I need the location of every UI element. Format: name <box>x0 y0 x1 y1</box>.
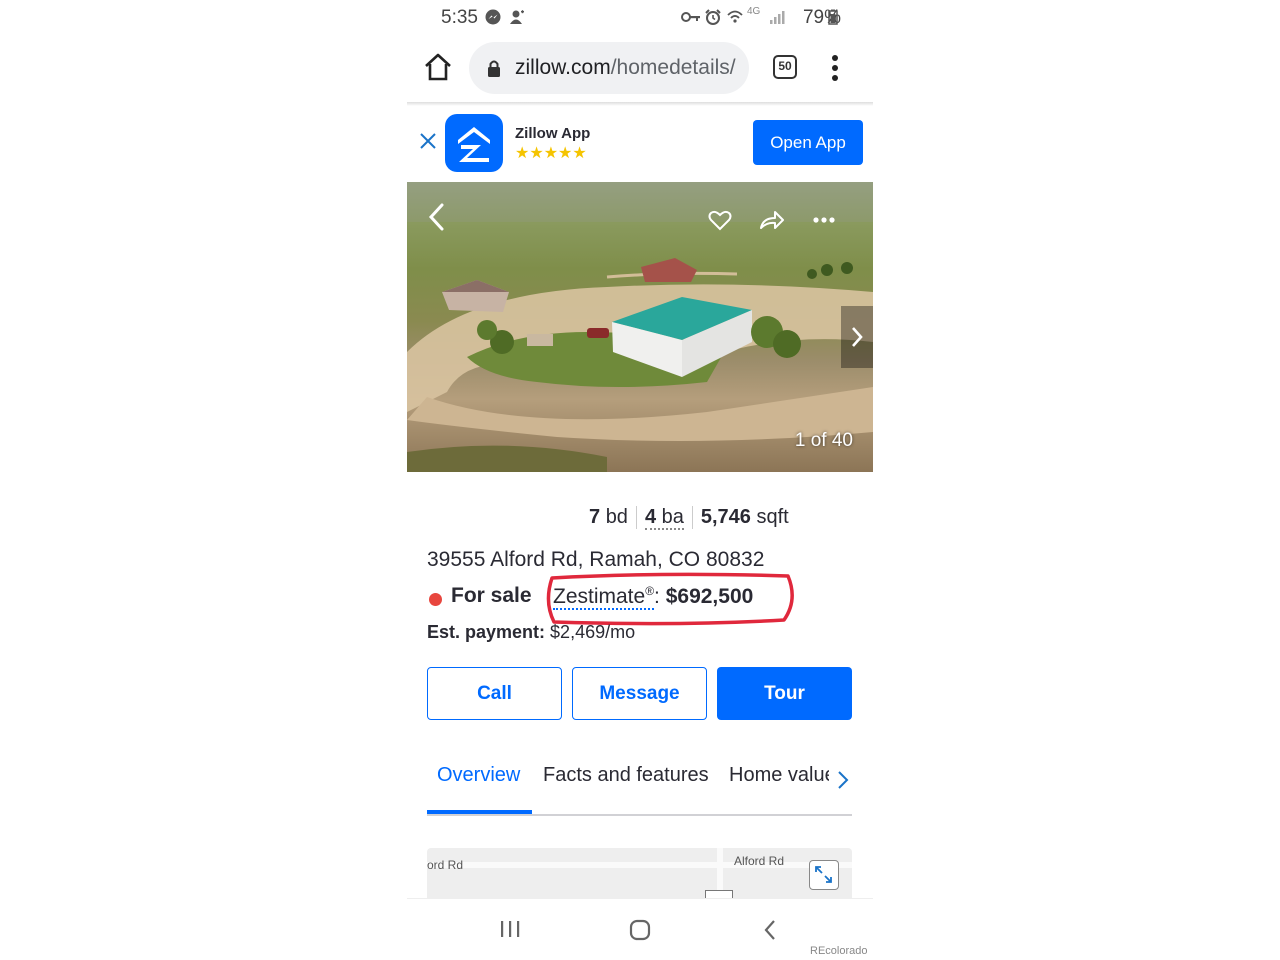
sqft: 5,746 sqft <box>700 506 789 528</box>
open-app-button[interactable]: Open App <box>753 120 863 165</box>
tab-overview[interactable]: Overview <box>437 764 520 787</box>
baths[interactable]: 4 ba <box>637 506 693 530</box>
recent-apps-icon[interactable] <box>499 919 521 939</box>
home-icon[interactable] <box>423 52 453 82</box>
share-icon[interactable] <box>759 210 785 230</box>
chevron-right-icon <box>838 771 849 789</box>
rating-stars: ★★★★★ <box>515 145 587 162</box>
app-name: Zillow App <box>515 125 591 142</box>
for-sale-dot <box>429 593 442 606</box>
section-tabs: Overview Facts and features Home value <box>427 756 852 816</box>
contact-icon <box>510 10 524 24</box>
signal-icon <box>770 11 785 24</box>
expand-map-button[interactable] <box>809 860 839 890</box>
messenger-icon <box>485 9 501 25</box>
home-nav-icon[interactable] <box>629 919 651 941</box>
back-arrow-icon[interactable] <box>427 202 445 232</box>
zillow-logo <box>445 114 503 172</box>
status-time: 5:35 <box>441 7 478 28</box>
vpn-key-icon <box>681 12 700 22</box>
status-bar: 5:35 4G 79% <box>407 0 873 34</box>
highway-shield <box>705 890 733 898</box>
url-text: zillow.com/homedetails/ <box>515 56 736 79</box>
map-road-label: Alford Rd <box>734 854 785 868</box>
heart-icon[interactable] <box>708 209 732 231</box>
map-road <box>427 862 852 868</box>
network-type: 4G <box>747 6 761 17</box>
for-sale-label: For sale <box>451 584 532 607</box>
battery-icon <box>828 9 838 25</box>
active-tab-indicator <box>427 810 532 814</box>
zillow-logo-mark <box>458 127 490 162</box>
tour-button[interactable]: Tour <box>717 667 852 720</box>
address-bar[interactable]: zillow.com/homedetails/ <box>469 42 749 94</box>
back-nav-icon[interactable] <box>763 919 777 941</box>
tab-home-value[interactable]: Home value <box>729 764 836 787</box>
red-annotation-circle <box>546 572 794 626</box>
location-map[interactable]: ord Rd Alford Rd <box>427 848 852 898</box>
message-button[interactable]: Message <box>572 667 707 720</box>
android-nav-bar <box>407 898 873 960</box>
home-facts: 7 bd 4 ba 5,746 sqft <box>581 506 797 530</box>
call-button[interactable]: Call <box>427 667 562 720</box>
photo-counter: 1 of 40 <box>794 430 853 451</box>
close-icon[interactable] <box>419 132 437 150</box>
aerial-farm-scene <box>407 182 873 472</box>
more-vert-icon[interactable] <box>831 54 839 82</box>
map-road-label: ord Rd <box>427 858 464 872</box>
chevron-right-icon <box>852 327 863 347</box>
expand-icon <box>815 866 832 883</box>
listing-address: 39555 Alford Rd, Ramah, CO 80832 <box>427 548 765 571</box>
tabs-scroll-button[interactable] <box>829 768 852 792</box>
tab-facts-and-features[interactable]: Facts and features <box>543 764 709 787</box>
estimated-payment: Est. payment: $2,469/mo <box>427 622 636 642</box>
listing-photo[interactable]: 1 of 40 <box>407 182 873 472</box>
tab-switcher-button[interactable]: 50 <box>773 55 797 79</box>
wifi-icon <box>727 10 743 23</box>
phone-screen: 5:35 4G 79% zillow.com/homedetails/ 50 Z… <box>407 0 873 960</box>
app-install-banner: Zillow App ★★★★★ Open App <box>407 106 873 182</box>
watermark: REcolorado <box>810 945 868 957</box>
alarm-icon <box>705 9 721 25</box>
beds: 7 bd <box>581 506 637 529</box>
more-horiz-icon[interactable] <box>813 216 835 224</box>
browser-toolbar: zillow.com/homedetails/ 50 <box>407 34 873 102</box>
lock-icon <box>488 60 500 77</box>
next-photo-button[interactable] <box>841 306 873 368</box>
